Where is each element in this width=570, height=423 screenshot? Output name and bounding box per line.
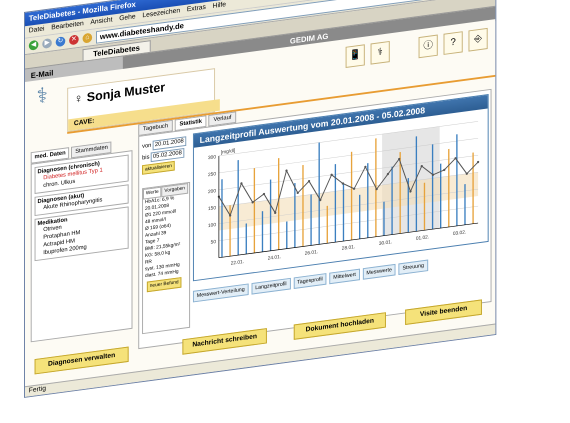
data-bar [310,194,312,246]
browser-window: TeleDiabetes - Mozilla Firefox _ □ X Dat… [24,0,497,398]
data-bar [278,158,280,250]
data-bar [294,182,296,248]
x-tick-label: 22.01. [231,259,244,267]
data-bar [286,221,288,249]
view-tagesprofil-button[interactable]: Tagesprofil [293,273,327,290]
data-bar [229,205,231,257]
data-bar [472,152,474,224]
view-langzeit-button[interactable]: Langzeitprofil [251,277,291,295]
data-bar [221,179,223,258]
series-point [443,168,446,172]
to-date-field[interactable]: 05.02.2008 [151,148,185,163]
data-bar [261,211,264,252]
data-bar [302,164,304,247]
view-streuung-button[interactable]: Streuung [398,259,428,275]
data-bar [342,183,345,242]
data-bar [269,179,272,251]
data-bar [464,184,466,225]
x-tick-label: 24.01. [268,254,281,262]
stop-icon[interactable]: ✕ [69,34,79,46]
y-tick-label: 300 [208,154,216,161]
data-bar [253,168,256,254]
data-bar [415,136,418,232]
info-icon[interactable]: ⓘ [418,34,438,59]
home-icon[interactable]: ⌂ [82,32,93,44]
menu-datei[interactable]: Datei [29,24,45,38]
back-icon[interactable]: ◀ [28,39,39,51]
data-bar [237,160,239,256]
data-bar [350,151,353,241]
menu-hilfe[interactable]: Hilfe [213,0,226,13]
x-tick-label: 03.02. [453,229,466,237]
reload-icon[interactable]: ↻ [55,36,66,48]
y-tick-label: 100 [208,222,216,229]
y-axis-label: [mg/dl] [221,148,235,156]
series-point [476,160,480,164]
values-box: Werte Vorgaben HbA1c: 6,9 % 20.01.2008 Ø1 … [142,181,191,335]
data-bar [334,164,337,243]
y-tick-label: 250 [208,171,216,178]
data-bar [440,163,442,229]
new-finding-button[interactable]: neuer Befund [146,277,182,293]
x-tick-label: 28.01. [342,244,355,252]
y-tick-label: 200 [208,188,216,195]
data-bar [383,201,385,236]
data-bar [423,182,426,231]
data-bar [326,205,328,244]
y-tick-label: 150 [208,205,216,212]
data-bar [431,144,434,230]
date-range: von 20.01.2008 bis 05.02.2008 aktualisie… [142,136,187,175]
x-tick-label: 26.01. [305,249,318,257]
exit-door-icon[interactable]: ⎆ [468,27,488,52]
x-axis [218,222,479,259]
medication-list: Medikation Otriven Protaphan HM Actrapid… [34,206,129,262]
handy-icon[interactable]: 📱 [345,44,365,68]
data-bar [359,194,361,239]
refresh-button[interactable]: aktualisieren [142,160,175,175]
view-verteilung-button[interactable]: Messwert-Verteilung [192,283,249,303]
manage-diagnoses-button[interactable]: Diagnosen verwalten [34,346,129,375]
forward-icon[interactable]: ▶ [42,38,52,49]
long-term-profile-chart: Langzeitprofil Auswertung vom 20.01.2008… [192,94,489,282]
female-icon: ♀ [73,90,84,107]
data-bar [245,223,247,255]
doctor-icon[interactable]: ⚕ [370,40,390,65]
menu-gehe[interactable]: Gehe [119,12,135,26]
y-tick-label: 50 [211,239,217,246]
view-messwerte-button[interactable]: Messwerte [362,263,396,280]
data-bar [367,163,369,238]
medical-data-panel: med. Daten Stammdaten Diagnosen (chronis… [30,139,133,343]
data-bar [448,148,450,228]
caduceus-logo-icon: ⚕ [36,82,48,109]
data-bar [456,134,458,227]
view-mittelwert-button[interactable]: Mittelwert [329,268,360,285]
help-icon[interactable]: ? [443,31,463,55]
x-tick-label: 30.01. [379,239,392,247]
x-tick-label: 01.02. [416,234,429,242]
data-bar [391,166,393,235]
data-bar [318,142,320,245]
